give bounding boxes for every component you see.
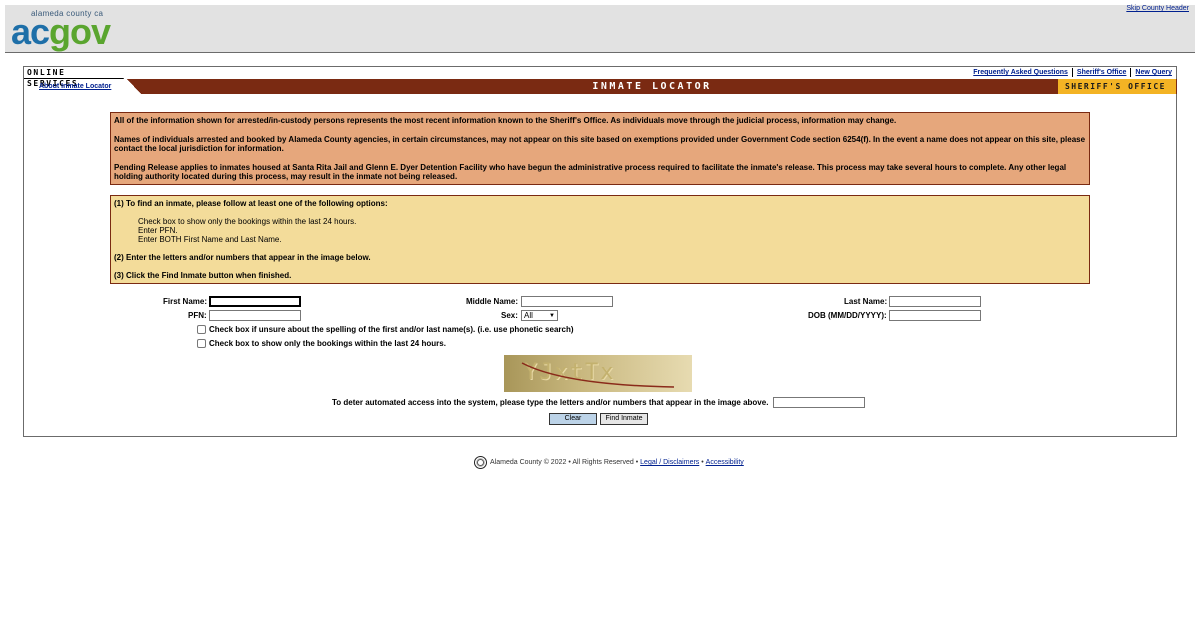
instruction-option: Enter PFN. xyxy=(138,226,178,235)
sex-label: Sex: xyxy=(501,311,518,320)
notice-paragraph: Pending Release applies to inmates house… xyxy=(114,163,1067,181)
faq-link[interactable]: Frequently Asked Questions xyxy=(969,69,1072,76)
instruction-option: Enter BOTH First Name and Last Name. xyxy=(138,235,282,244)
last-24-hours-checkbox[interactable] xyxy=(197,339,206,348)
search-instructions: (1) To find an inmate, please follow at … xyxy=(110,195,1090,284)
footer-separator: • xyxy=(701,459,704,466)
instruction-options: Check box to show only the bookings with… xyxy=(138,217,1086,244)
clear-button[interactable]: Clear xyxy=(549,413,597,425)
county-header: alameda county ca acgov Skip County Head… xyxy=(5,5,1195,53)
online-services-tab: ONLINE SERVICES xyxy=(24,67,124,88)
pfn-label: PFN: xyxy=(188,311,207,320)
online-tab-corner xyxy=(123,67,133,79)
middle-name-label: Middle Name: xyxy=(466,297,519,306)
sex-select[interactable]: All ▼ xyxy=(521,310,558,321)
title-bar-corner xyxy=(127,79,141,94)
phonetic-search-label: Check box if unsure about the spelling o… xyxy=(209,325,574,334)
new-query-link[interactable]: New Query xyxy=(1131,69,1176,76)
dob-input[interactable] xyxy=(889,310,981,321)
legal-disclaimers-link[interactable]: Legal / Disclaimers xyxy=(640,459,699,466)
captcha-input[interactable] xyxy=(773,397,865,408)
county-seal-icon xyxy=(474,456,487,469)
chevron-down-icon: ▼ xyxy=(549,313,555,319)
pfn-input[interactable] xyxy=(209,310,301,321)
instruction-step-3: (3) Click the Find Inmate button when fi… xyxy=(114,271,292,280)
instruction-step-1: (1) To find an inmate, please follow at … xyxy=(114,199,388,208)
page-footer: Alameda County © 2022 • All Rights Reser… xyxy=(474,456,744,469)
captcha-image: YJxtTx xyxy=(504,355,692,392)
sheriffs-office-link[interactable]: Sheriff's Office xyxy=(1073,69,1131,76)
notice-paragraph: All of the information shown for arreste… xyxy=(114,116,897,125)
instruction-option: Check box to show only the bookings with… xyxy=(138,217,357,226)
middle-name-input[interactable] xyxy=(521,296,613,307)
skip-header-link[interactable]: Skip County Header xyxy=(1126,5,1189,12)
captcha-prompt: To deter automated access into the syste… xyxy=(332,398,769,407)
sheriffs-office-badge: SHERIFF'S OFFICE xyxy=(1058,79,1176,94)
top-links: Frequently Asked Questions Sheriff's Off… xyxy=(969,68,1176,77)
last-name-label: Last Name: xyxy=(844,297,888,306)
copyright-text: Alameda County © 2022 • All Rights Reser… xyxy=(490,459,639,466)
instruction-step-2: (2) Enter the letters and/or numbers tha… xyxy=(114,253,371,262)
page-title: INMATE LOCATOR xyxy=(127,79,1177,94)
first-name-label: First Name: xyxy=(163,297,208,306)
captcha-noise-line xyxy=(521,362,675,388)
first-name-input[interactable] xyxy=(209,296,301,307)
sex-selected-value: All xyxy=(524,311,533,320)
dob-label: DOB (MM/DD/YYYY): xyxy=(808,311,887,320)
notice-paragraph: Names of individuals arrested and booked… xyxy=(114,135,1086,153)
main-panel: ONLINE SERVICES About Inmate Locator Fre… xyxy=(23,66,1177,437)
phonetic-search-checkbox[interactable] xyxy=(197,325,206,334)
last-name-input[interactable] xyxy=(889,296,981,307)
last-24-hours-label: Check box to show only the bookings with… xyxy=(209,339,446,348)
about-inmate-locator-link[interactable]: About Inmate Locator xyxy=(39,83,111,90)
find-inmate-button[interactable]: Find Inmate xyxy=(600,413,648,425)
information-notice: All of the information shown for arreste… xyxy=(110,112,1090,185)
acgov-logo[interactable]: acgov xyxy=(11,12,111,52)
accessibility-link[interactable]: Accessibility xyxy=(706,459,744,466)
